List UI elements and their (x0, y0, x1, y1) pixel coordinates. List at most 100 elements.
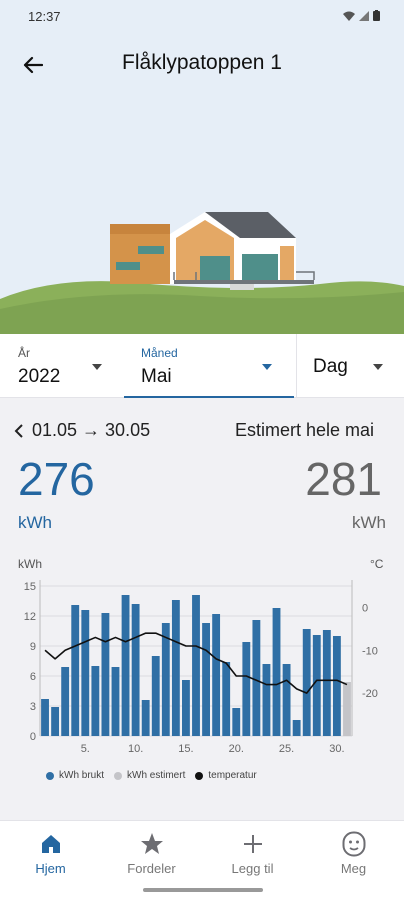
bar-used (151, 656, 160, 736)
y-tick-label: 15 (24, 581, 36, 593)
bar-used (161, 623, 170, 736)
year-caption: År (18, 346, 30, 360)
year-dropdown[interactable]: År 2022 (0, 334, 122, 398)
x-tick-label: 25. (279, 743, 294, 755)
x-tick-label: 10. (128, 743, 143, 755)
hero-header: Flåklypatoppen 1 (0, 34, 404, 334)
bar-used (61, 667, 70, 736)
legend-item-used: kWh brukt (46, 770, 104, 781)
estimate-label: Estimert hele mai (234, 420, 374, 440)
nav-item-me[interactable]: Meg (303, 829, 404, 885)
bar-estimated (343, 682, 351, 736)
bar-used (131, 604, 140, 736)
nav-label-home: Hjem (35, 861, 66, 876)
y2-tick-label: 0 (362, 602, 368, 614)
wifi-icon (343, 11, 355, 21)
battery-icon (373, 10, 380, 21)
nav-label-benefits: Fordeler (127, 861, 176, 876)
y-tick-label: 0 (30, 731, 36, 743)
bar-used (322, 630, 331, 736)
bar-used (81, 610, 90, 736)
x-tick-label: 30. (329, 743, 344, 755)
house-illustration (0, 212, 404, 334)
x-tick-label: 5. (81, 743, 90, 755)
legend-dot (195, 771, 204, 780)
bar-used (242, 642, 251, 736)
bar-used (332, 636, 341, 736)
y-tick-label: 12 (24, 611, 36, 623)
bar-used (111, 667, 120, 736)
bar-used (312, 635, 321, 736)
bar-used (182, 680, 190, 736)
bar-used (282, 664, 291, 736)
legend-dot (114, 771, 123, 780)
bar-used (292, 720, 301, 736)
bar-used (121, 595, 130, 736)
estimate-unit: kWh (352, 513, 386, 532)
status-bar: 12:37 (0, 0, 404, 34)
chart-svg: kWh °C 0 3 6 9 12 15 0 -10 -20 5. 10. 15. 20. 25. 30. (18, 557, 384, 755)
legend-dot (46, 771, 54, 780)
bar-used (302, 629, 311, 736)
period-range-label: 01.05 → 30.05 (32, 420, 151, 440)
chart-legend: kWh brukt kWh estimert temperatur (46, 770, 257, 781)
chevron-down-icon (92, 364, 102, 370)
y2-tick-label: -10 (362, 645, 378, 657)
bar-used (272, 608, 281, 736)
chevron-down-icon (373, 364, 383, 370)
y-tick-label: 3 (30, 701, 36, 713)
bar-used (262, 664, 271, 736)
nav-label-me: Meg (340, 861, 367, 876)
bar-used (91, 666, 100, 736)
year-value: 2022 (18, 366, 61, 387)
legend-label: kWh brukt (59, 770, 105, 781)
consumption-chart: kWh °C 0 3 6 9 12 15 0 -10 -20 5. 10. 15. 20. 25. 30. (0, 552, 404, 792)
bar-used (101, 613, 110, 736)
legend-label: kWh estimert (127, 770, 186, 781)
nav-item-benefits[interactable]: Fordeler (101, 829, 202, 885)
day-value: Dag (313, 356, 348, 377)
star-icon (140, 833, 163, 854)
bar-used (252, 620, 261, 736)
signal-icon (359, 10, 369, 21)
home-indicator (143, 888, 263, 892)
bar-used (202, 623, 210, 736)
bar-used (192, 595, 200, 736)
y2-tick-label: -20 (362, 688, 378, 700)
legend-item-estimated: kWh estimert (114, 770, 185, 781)
nav-item-add[interactable]: Legg til (202, 829, 303, 885)
bar-used (222, 662, 231, 736)
bar-used (71, 605, 80, 736)
chevron-down-icon (262, 364, 272, 370)
used-value: 276 (18, 453, 95, 505)
legend-item-temperature: temperatur (195, 770, 257, 781)
bar-used (212, 614, 221, 736)
bar-used (141, 700, 150, 736)
plus-icon (243, 835, 262, 853)
nav-item-home[interactable]: Hjem (0, 829, 101, 885)
status-icons (343, 10, 380, 21)
x-tick-label: 15. (178, 743, 193, 755)
bar-used (41, 699, 49, 736)
bar-used (232, 708, 241, 736)
month-caption: Måned (141, 346, 178, 360)
estimate-value: 281 (305, 453, 382, 505)
month-value: Mai (141, 366, 172, 387)
bar-used (171, 600, 180, 736)
status-time: 12:37 (28, 9, 61, 24)
home-icon (41, 835, 60, 853)
month-dropdown[interactable]: Måned Mai (124, 334, 294, 398)
nav-label-add: Legg til (231, 861, 274, 876)
day-dropdown[interactable]: Dag (296, 334, 404, 398)
consumption-summary: 01.05 → 30.05 Estimert hele mai 276 281 … (0, 410, 404, 540)
chevron-left-icon[interactable] (14, 423, 24, 438)
period-selector: År 2022 Måned Mai Dag (0, 334, 404, 398)
face-icon (342, 831, 365, 857)
used-unit: kWh (18, 513, 52, 532)
bar-used (51, 707, 60, 736)
y-tick-label: 9 (30, 641, 36, 653)
period-range[interactable]: 01.05 → 30.05 (14, 420, 150, 441)
legend-label: temperatur (208, 770, 257, 781)
x-tick-label: 20. (229, 743, 244, 755)
y-axis-unit-label: kWh (18, 557, 42, 571)
